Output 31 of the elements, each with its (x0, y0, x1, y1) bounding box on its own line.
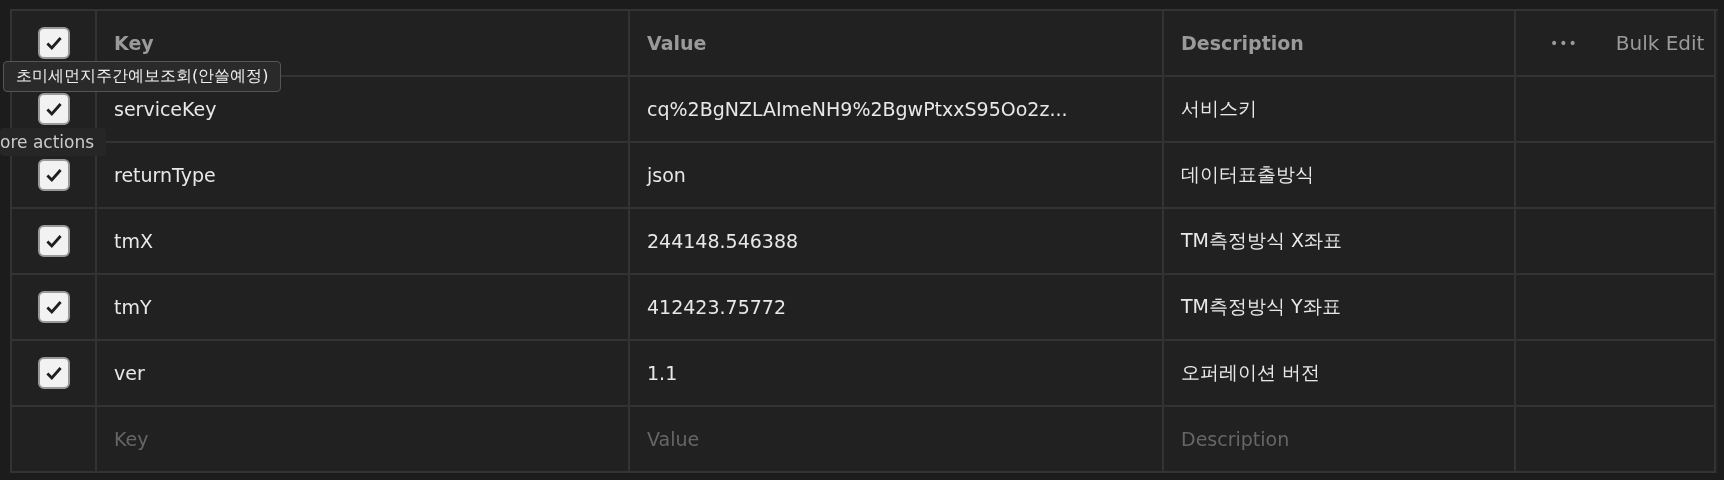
value-cell[interactable]: cq%2BgNZLAImeNH9%2BgwPtxxS95Oo2z... (647, 98, 1068, 120)
checkbox[interactable] (37, 159, 70, 191)
more-actions-button[interactable]: ••• (1546, 31, 1582, 55)
description-cell[interactable]: TM측정방식 Y좌표 (1181, 294, 1341, 320)
key-cell[interactable]: serviceKey (114, 98, 217, 120)
description-input[interactable]: Description (1181, 428, 1497, 450)
bulk-edit-button[interactable]: Bulk Edit (1611, 27, 1709, 59)
key-cell[interactable]: tmY (114, 296, 152, 318)
value-cell[interactable]: 244148.546388 (647, 230, 799, 252)
column-header: Key (114, 32, 154, 54)
description-cell[interactable]: 서비스키 (1181, 96, 1257, 122)
tooltip: 초미세먼지주간예보조회(안쓸예정) (3, 61, 282, 92)
column-header: Description (1181, 32, 1304, 54)
column-header: Value (647, 32, 707, 54)
description-cell[interactable]: 데이터표출방식 (1181, 162, 1314, 188)
key-cell[interactable]: tmX (114, 230, 153, 252)
checkbox[interactable] (37, 357, 70, 389)
value-cell[interactable]: 1.1 (647, 362, 678, 384)
value-cell[interactable]: 412423.75772 (647, 296, 786, 318)
description-cell[interactable]: 오퍼레이션 버전 (1181, 360, 1321, 386)
value-input[interactable]: Value (647, 428, 1145, 450)
checkbox[interactable] (37, 225, 70, 257)
key-input[interactable]: Key (114, 428, 611, 450)
checkbox[interactable] (37, 27, 70, 59)
key-cell[interactable]: returnType (114, 164, 216, 186)
value-cell[interactable]: json (647, 164, 686, 186)
tooltip: ore actions (0, 128, 107, 156)
key-cell[interactable]: ver (114, 362, 145, 384)
description-cell[interactable]: TM측정방식 X좌표 (1181, 228, 1343, 254)
checkbox[interactable] (37, 291, 70, 323)
checkbox[interactable] (37, 93, 70, 125)
